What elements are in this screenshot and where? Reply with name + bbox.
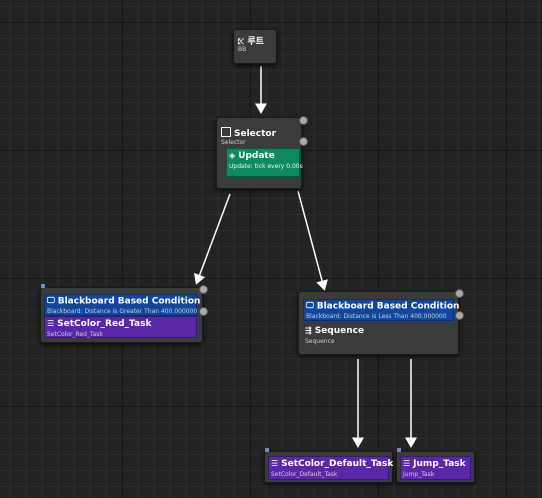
left-task-subtitle: SetColor_Red_Task	[47, 331, 103, 338]
default-task-title: SetColor_Default_Task	[281, 459, 394, 469]
root-title: 루트	[247, 37, 264, 47]
update-service[interactable]: ◈ Update Update: tick every 0.00s	[226, 148, 303, 177]
connection-wires	[194, 66, 417, 448]
set-color-red-task[interactable]: ☰ SetColor_Red_Task SetColor_Red_Task	[44, 316, 197, 338]
behavior-tree-graph[interactable]: ⤪ 루트 BB Selector Selector ◈ Update Update:…	[0, 0, 542, 498]
node-corner-marker	[265, 448, 269, 452]
monitor-icon: 🖵	[306, 301, 314, 310]
sequence-title: Sequence	[314, 326, 365, 336]
root-icon: ⤪	[238, 36, 245, 46]
left-decorator-title: Blackboard Based Condition	[57, 296, 201, 307]
right-branch-pin[interactable]	[455, 311, 464, 320]
left-blackboard-decorator[interactable]: 🖵 Blackboard Based Condition Blackboard: …	[44, 294, 200, 316]
sequence-subtitle: Sequence	[305, 338, 335, 345]
right-decorator-subtitle: Blackboard: Distance is Less Than 400.00…	[306, 313, 447, 320]
left-branch-node[interactable]: 🖵 Blackboard Based Condition Blackboard: …	[40, 284, 208, 343]
service-icon: ◈	[229, 151, 236, 160]
root-subtitle: BB	[238, 46, 247, 53]
right-decorator-title: Blackboard Based Condition	[316, 301, 460, 312]
right-branch-node[interactable]: 🖵 Blackboard Based Condition Blackboard: …	[298, 289, 464, 355]
node-corner-marker	[41, 284, 45, 288]
jump-task-subtitle: Jump_Task	[403, 471, 435, 478]
left-branch-pin[interactable]	[199, 307, 208, 316]
default-task-subtitle: SetColor_Default_Task	[271, 471, 338, 478]
monitor-icon: 🖵	[47, 296, 55, 305]
task-icon: ☰	[47, 319, 55, 328]
right-blackboard-decorator[interactable]: 🖵 Blackboard Based Condition Blackboard: …	[303, 299, 459, 321]
selector-service-pin[interactable]	[299, 137, 308, 146]
sequence-icon: ⇶	[305, 326, 312, 335]
right-branch-pin-top[interactable]	[455, 289, 464, 298]
wire-selector-right	[297, 190, 328, 291]
jump-task-title: Jump_Task	[413, 459, 466, 469]
selector-pin[interactable]	[299, 116, 308, 125]
root-node[interactable]: ⤪ 루트 BB	[233, 29, 277, 64]
set-color-default-node[interactable]: ☰ SetColor_Default_Task SetColor_Default_…	[264, 448, 393, 483]
selector-node[interactable]: Selector Selector ◈ Update Update: tick e…	[216, 116, 308, 189]
update-subtitle: Update: tick every 0.00s	[229, 163, 303, 170]
set-color-default-task[interactable]: ☰ SetColor_Default_Task SetColor_Default_…	[268, 456, 393, 480]
left-branch-pin-top[interactable]	[199, 285, 208, 294]
task-icon: ☰	[403, 459, 411, 468]
left-task-title: SetColor_Red_Task	[57, 319, 152, 329]
selector-icon	[221, 127, 231, 137]
jump-task[interactable]: ☰ Jump_Task Jump_Task	[400, 456, 471, 480]
node-corner-marker	[397, 448, 401, 452]
left-decorator-subtitle: Blackboard: Distance is Greater Than 400…	[47, 308, 198, 315]
task-icon: ☰	[271, 459, 279, 468]
jump-task-node[interactable]: ☰ Jump_Task Jump_Task	[396, 448, 475, 483]
selector-subtitle: Selector	[221, 139, 246, 146]
wire-selector-left	[194, 193, 231, 285]
update-title: Update	[238, 151, 275, 161]
selector-title: Selector	[234, 129, 277, 139]
